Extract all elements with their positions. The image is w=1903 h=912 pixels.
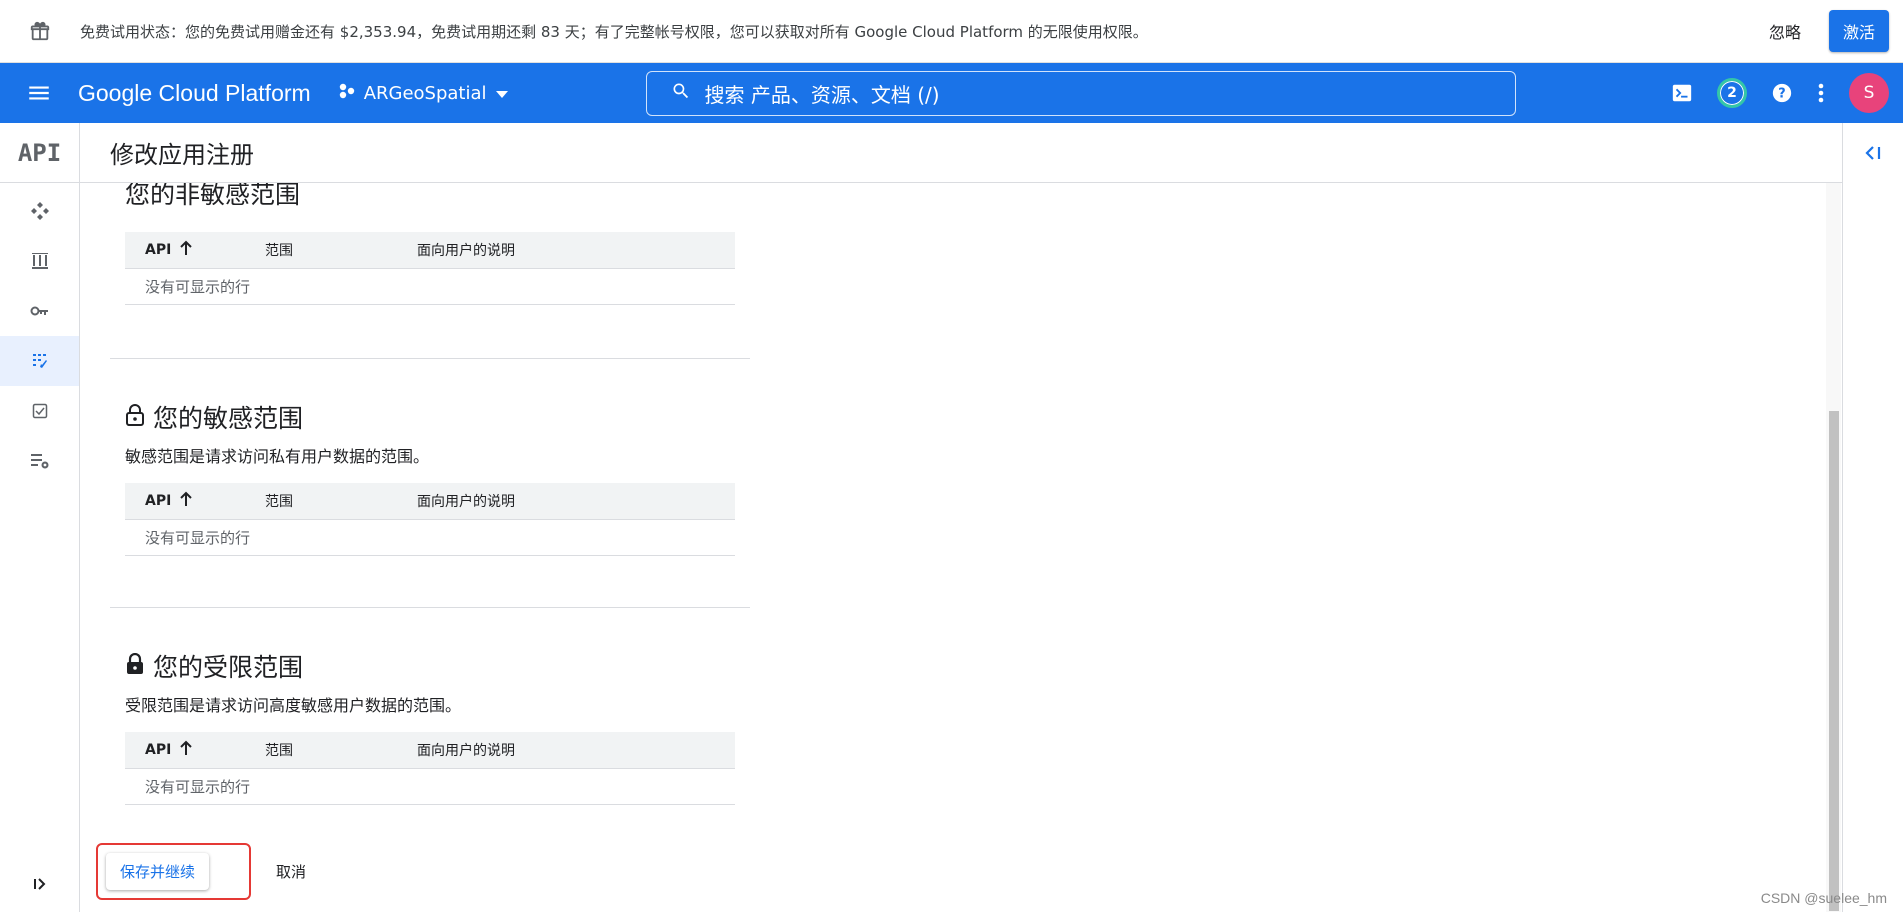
form-actions: 保存并继续 取消 [96,843,306,900]
divider [110,607,750,608]
save-highlight-box: 保存并继续 [96,843,252,900]
checkbox-icon [32,403,47,419]
divider [110,358,750,359]
list-settings-icon [30,454,48,469]
page-title: 修改应用注册 [80,123,1842,183]
arrow-up-icon [179,240,193,260]
column-header-scope: 范围 [265,242,293,259]
section-title: 您的非敏感范围 [125,183,301,209]
help-icon[interactable]: ? [1771,82,1793,104]
main-content: 您的非敏感范围 API 范围 面向用户的说明 没有可显示的行 您的敏感范围 敏感… [80,183,1826,912]
notification-badge[interactable]: 2 [1717,78,1747,108]
trial-message: 免费试用状态：您的免费试用赠金还有 $2,353.94，免费试用期还剩 83 天… [80,22,1148,41]
watermark: CSDN @suelee_hm [1760,890,1887,906]
scopes-table: API 范围 面向用户的说明 没有可显示的行 [125,483,735,556]
svg-text:?: ? [1778,87,1785,102]
project-name: ARGeoSpatial [363,82,487,104]
more-vert-icon[interactable] [1817,82,1825,104]
lock-open-icon [125,403,145,432]
arrow-up-icon [179,491,193,511]
top-app-bar: Google Cloud Platform ARGeoSpatial 搜索 产品… [0,63,1903,123]
collapse-panel-icon[interactable] [1843,123,1903,163]
dashboard-icon [30,202,49,220]
sidebar-item-domain-verification[interactable] [0,386,79,436]
section-description: 敏感范围是请求访问私有用户数据的范围。 [125,447,430,466]
column-header-description: 面向用户的说明 [417,493,515,510]
save-and-continue-button[interactable]: 保存并继续 [106,853,210,890]
arrow-up-icon [179,740,193,760]
sensitive-scopes-section: 您的敏感范围 敏感范围是请求访问私有用户数据的范围。 API 范围 面向用户的说… [125,399,765,556]
scopes-table: API 范围 面向用户的说明 没有可显示的行 [125,232,735,305]
cancel-button[interactable]: 取消 [276,861,306,882]
sidebar-item-credentials[interactable] [0,286,79,336]
trial-banner: 免费试用状态：您的免费试用赠金还有 $2,353.94，免费试用期还剩 83 天… [0,0,1903,63]
column-header-description: 面向用户的说明 [417,742,515,759]
sidebar-item-oauth-consent[interactable] [0,336,79,386]
right-panel-strip [1842,123,1903,912]
library-icon [31,253,48,269]
column-header-api[interactable]: API [125,483,265,519]
section-title: 您的敏感范围 [125,399,765,435]
empty-row-text: 没有可显示的行 [125,519,735,556]
sidebar-item-library[interactable] [0,236,79,286]
vertical-scrollbar[interactable] [1826,183,1841,912]
left-nav-rail: API [0,123,80,912]
hamburger-menu-icon[interactable] [0,80,78,106]
section-description: 受限范围是请求访问高度敏感用户数据的范围。 [125,696,462,715]
sidebar-item-dashboard[interactable] [0,186,79,236]
section-title: 您的受限范围 [125,648,765,684]
non-sensitive-scopes-section: 您的非敏感范围 API 范围 面向用户的说明 没有可显示的行 [125,183,765,305]
cloud-shell-icon[interactable] [1671,82,1693,104]
search-placeholder: 搜索 产品、资源、文档 (/) [704,82,940,107]
brand-title[interactable]: Google Cloud Platform [78,80,311,107]
activate-button[interactable]: 激活 [1828,10,1889,52]
search-bar[interactable]: 搜索 产品、资源、文档 (/) [645,70,1516,116]
ignore-button[interactable]: 忽略 [1769,19,1801,43]
consent-icon [32,354,47,368]
column-header-api[interactable]: API [125,232,265,268]
expand-nav-icon[interactable] [0,876,80,892]
scrollbar-thumb[interactable] [1829,411,1839,911]
project-dots-icon [338,82,356,105]
search-icon [671,81,691,106]
column-header-api[interactable]: API [125,732,265,768]
lock-icon [125,652,145,681]
gift-icon [0,20,80,42]
key-icon [30,306,48,316]
project-selector[interactable]: ARGeoSpatial [338,82,509,105]
empty-row-text: 没有可显示的行 [125,768,735,805]
column-header-scope: 范围 [265,493,293,510]
api-logo: API [0,123,79,183]
sidebar-item-page-usage[interactable] [0,436,79,486]
empty-row-text: 没有可显示的行 [125,268,735,305]
scopes-table: API 范围 面向用户的说明 没有可显示的行 [125,732,735,805]
restricted-scopes-section: 您的受限范围 受限范围是请求访问高度敏感用户数据的范围。 API 范围 面向用户… [125,648,765,805]
column-header-scope: 范围 [265,742,293,759]
avatar[interactable]: S [1849,73,1889,113]
chevron-down-icon [495,83,509,104]
column-header-description: 面向用户的说明 [417,242,515,259]
